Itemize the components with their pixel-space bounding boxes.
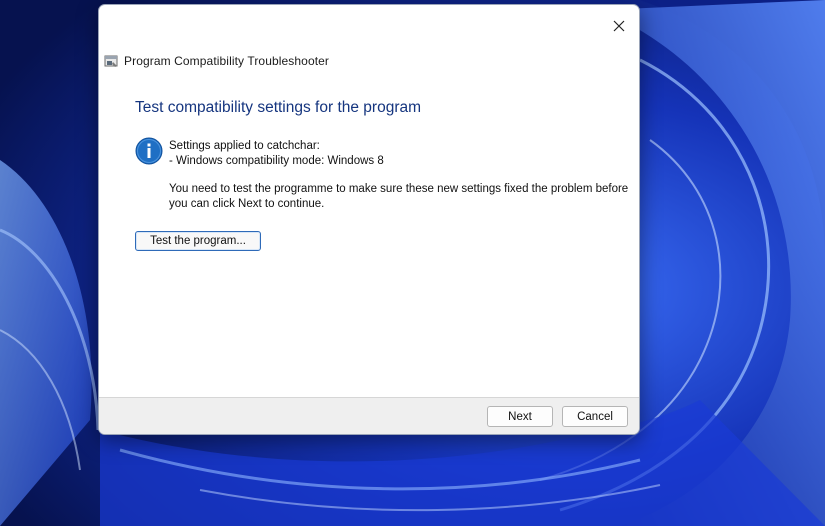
cancel-button[interactable]: Cancel [562, 406, 628, 427]
page-heading: Test compatibility settings for the prog… [135, 99, 422, 116]
instruction-message: You need to test the programme to make s… [169, 183, 629, 210]
close-icon [613, 20, 625, 32]
test-program-button[interactable]: Test the program... [135, 231, 261, 251]
window-title: Program Compatibility Troubleshooter [124, 54, 330, 68]
settings-line-mode: - Windows compatibility mode: Windows 8 [169, 155, 384, 167]
troubleshooter-dialog: Program Compatibility Troubleshooter Tes… [98, 4, 640, 435]
window-title-row: Program Compatibility Troubleshooter [104, 52, 329, 70]
settings-line-target: Settings applied to catchchar: [169, 140, 320, 152]
info-icon [135, 137, 163, 165]
next-button[interactable]: Next [487, 406, 553, 427]
troubleshooter-icon [104, 55, 118, 67]
close-button[interactable] [603, 9, 635, 43]
applied-settings: Settings applied to catchchar: - Windows… [169, 139, 384, 169]
dialog-footer: Next Cancel [99, 397, 639, 434]
